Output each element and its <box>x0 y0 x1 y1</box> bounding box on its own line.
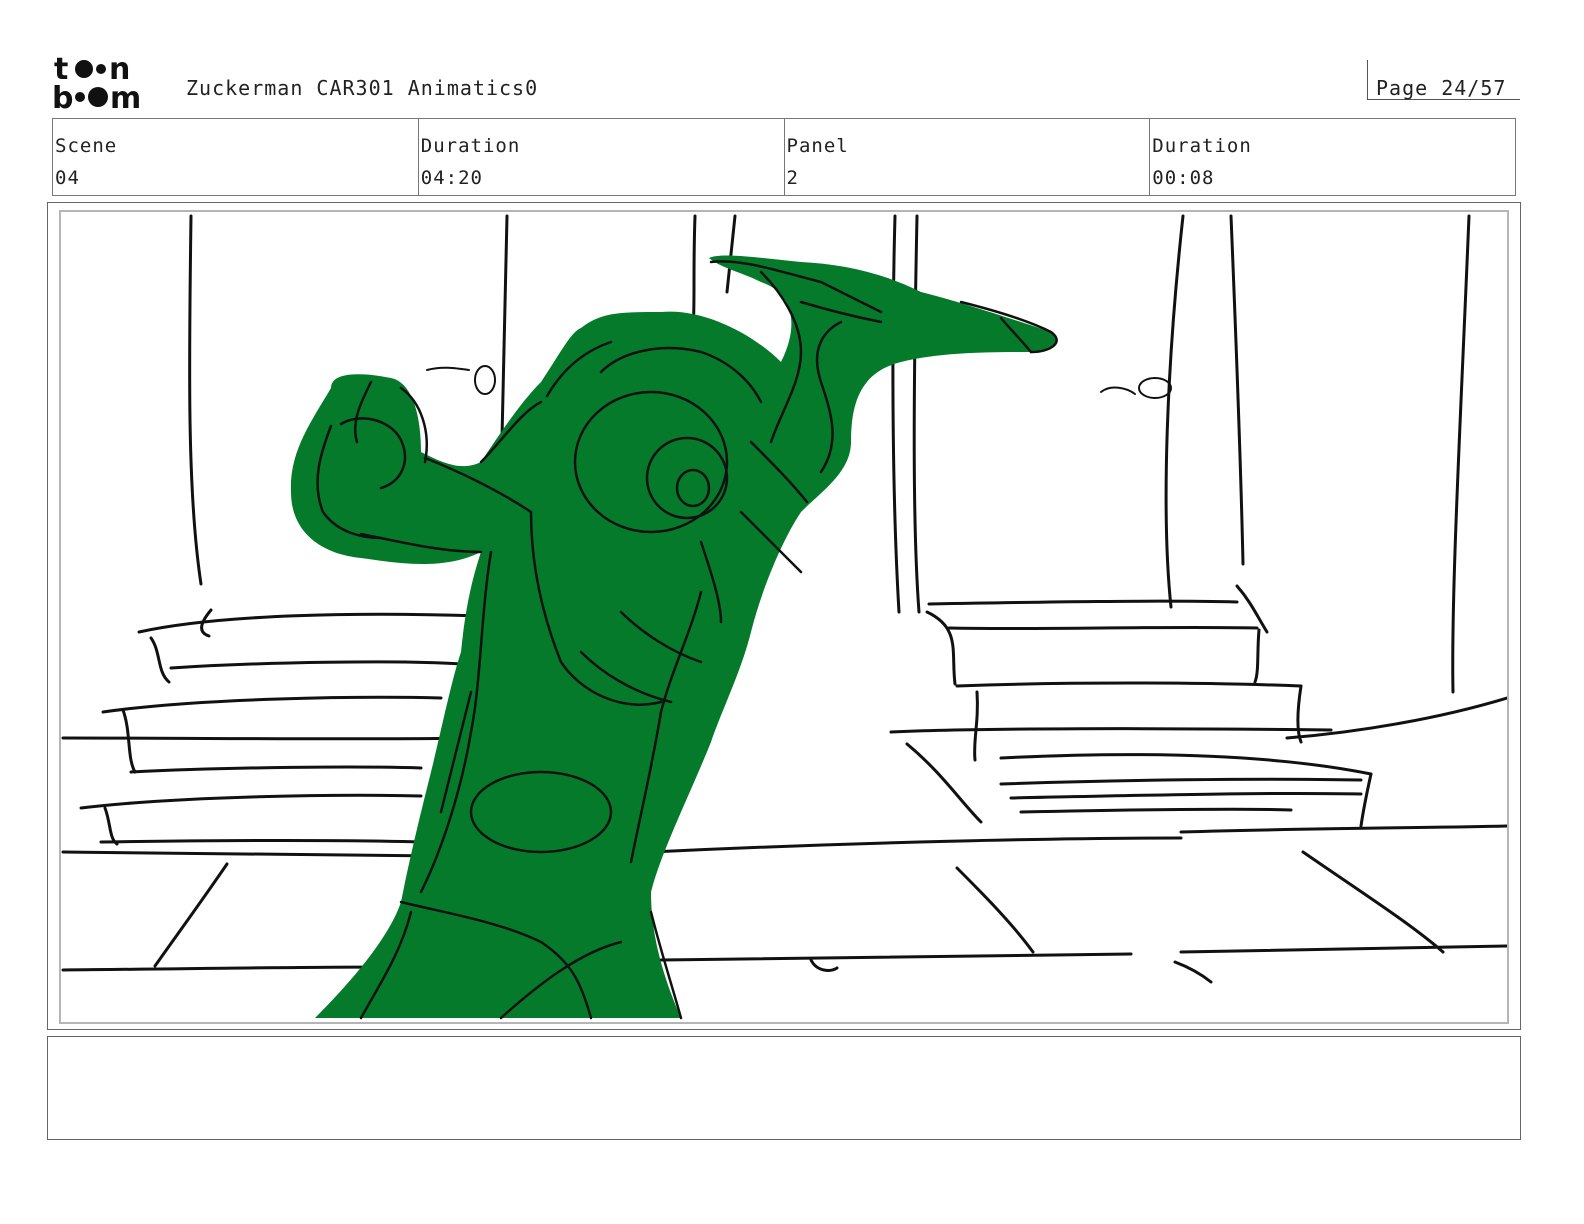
floor-line <box>61 850 443 858</box>
stair-line <box>149 636 171 684</box>
stair-line <box>129 765 423 774</box>
stair-line <box>137 612 483 634</box>
sketch-mark <box>1100 386 1136 395</box>
page-number: Page 24/57 <box>1376 76 1507 100</box>
panel-duration-cell: Duration 00:08 <box>1150 119 1515 195</box>
stair-line <box>973 690 979 762</box>
floor-line <box>61 736 483 741</box>
column-line <box>1164 214 1185 609</box>
storyboard-panel <box>59 210 1509 1024</box>
floor-line <box>1179 944 1507 954</box>
stair-line <box>1009 791 1363 800</box>
page-indicator: Page 24/57 <box>1367 60 1520 100</box>
floor-line <box>153 862 229 968</box>
panel-duration-value: 00:08 <box>1152 167 1215 189</box>
stair-line <box>1359 772 1373 828</box>
stair-line <box>925 610 957 686</box>
scene-duration-cell: Duration 04:20 <box>419 119 785 195</box>
stair-line <box>905 742 983 824</box>
scene-label: Scene <box>55 135 118 157</box>
floor-line <box>659 952 1133 962</box>
column-line <box>1229 214 1245 566</box>
stair-line <box>101 695 443 714</box>
stair-line <box>999 753 1373 776</box>
stair-line <box>99 839 423 844</box>
panel-notes-box <box>47 1036 1521 1140</box>
stair-line <box>889 727 1333 734</box>
stair-line <box>169 660 463 670</box>
stair-line <box>1253 628 1261 684</box>
sketch-mark <box>426 366 470 371</box>
scene-cell: Scene 04 <box>53 119 419 195</box>
floor-line <box>1173 960 1213 984</box>
floor-line <box>649 836 1183 854</box>
scene-duration-label: Duration <box>420 135 521 157</box>
column-line <box>725 214 737 294</box>
floor-line <box>1285 696 1507 740</box>
column-line <box>188 214 203 586</box>
stair-line <box>121 708 137 774</box>
panel-label: Panel <box>786 135 849 157</box>
scene-value: 04 <box>55 167 80 189</box>
stair-line <box>1296 684 1303 744</box>
sketch-mark <box>474 365 496 395</box>
column-line <box>1451 214 1471 694</box>
stair-line <box>1019 807 1293 814</box>
storyboard-panel-frame <box>47 202 1521 1030</box>
column-line <box>912 214 921 614</box>
floor-line <box>1179 824 1507 834</box>
panel-cell: Panel 2 <box>785 119 1151 195</box>
stair-line <box>947 625 1259 631</box>
project-title: Zuckerman CAR301 Animatics0 <box>186 76 539 100</box>
sketch-mark <box>1138 377 1172 399</box>
panel-duration-label: Duration <box>1152 135 1252 157</box>
stair-line <box>79 793 423 810</box>
stair-line <box>927 599 1239 606</box>
storyboard-sketch <box>61 214 1507 1020</box>
stair-line <box>999 777 1363 786</box>
floor-line <box>1301 850 1445 954</box>
floor-line <box>809 958 839 972</box>
scene-info-table: Scene 04 Duration 04:20 Panel 2 Duration… <box>52 118 1516 196</box>
scene-duration-value: 04:20 <box>420 167 483 189</box>
stair-line <box>1235 584 1269 634</box>
svg-text:b: b <box>52 81 73 112</box>
stair-line <box>955 681 1303 688</box>
floor-line <box>955 866 1035 954</box>
panel-value: 2 <box>786 167 799 189</box>
stair-line <box>103 806 119 846</box>
svg-text:m: m <box>110 81 141 112</box>
column-line <box>891 214 901 614</box>
toon-boom-logo: t n b m <box>52 52 164 116</box>
